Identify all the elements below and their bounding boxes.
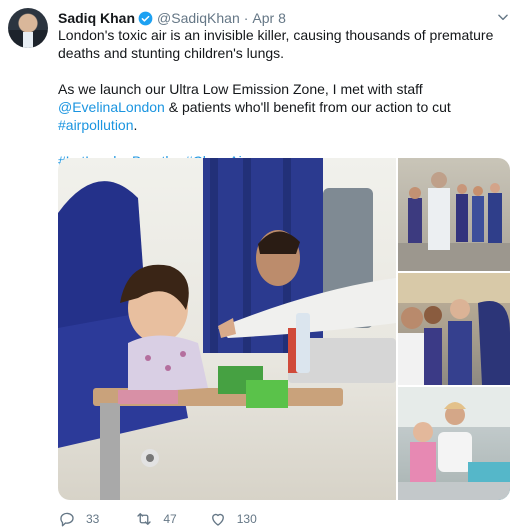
like-count: 130 [236, 512, 257, 526]
separator-dot: · [243, 10, 249, 26]
retweet-button[interactable]: 47 [135, 510, 177, 528]
photo-thumbnail[interactable] [398, 158, 510, 271]
like-icon [211, 513, 224, 526]
reply-count: 33 [86, 512, 100, 526]
photo-main[interactable] [58, 158, 396, 500]
tweet-paragraph-1: London's toxic air is an invisible kille… [58, 27, 494, 61]
reply-icon [60, 512, 74, 527]
chevron-down-icon[interactable] [496, 10, 510, 24]
tweet-date[interactable]: Apr 8 [252, 10, 285, 26]
reply-button[interactable]: 33 [58, 510, 99, 528]
paragraph-text: As we launch our Ultra Low Emission Zone… [58, 81, 423, 97]
author-name[interactable]: Sadiq Khan [58, 10, 135, 26]
retweet-icon [137, 513, 152, 525]
media-grid [58, 158, 510, 500]
author-handle[interactable]: @SadiqKhan [157, 10, 240, 26]
paragraph-text: & patients who'll benefit from our actio… [164, 99, 451, 115]
avatar[interactable] [8, 8, 48, 48]
mention-link[interactable]: @EvelinaLondon [58, 99, 165, 115]
tweet-header: Sadiq Khan @SadiqKhan · Apr 8 [58, 8, 286, 28]
verified-badge-icon [138, 11, 153, 26]
photo-thumbnail[interactable] [398, 387, 510, 500]
photo-thumbnail[interactable] [398, 273, 510, 385]
retweet-count: 47 [163, 512, 177, 526]
tweet-text: London's toxic air is an invisible kille… [58, 26, 514, 170]
hashtag-link[interactable]: #airpollution [58, 117, 134, 133]
paragraph-text: . [133, 117, 138, 133]
tweet-card[interactable]: Sadiq Khan @SadiqKhan · Apr 8 London's t… [0, 0, 520, 532]
tweet-paragraph-2: As we launch our Ultra Low Emission Zone… [58, 80, 514, 134]
like-button[interactable]: 130 [209, 510, 257, 528]
tweet-actions: 33 47 130 [58, 508, 289, 530]
